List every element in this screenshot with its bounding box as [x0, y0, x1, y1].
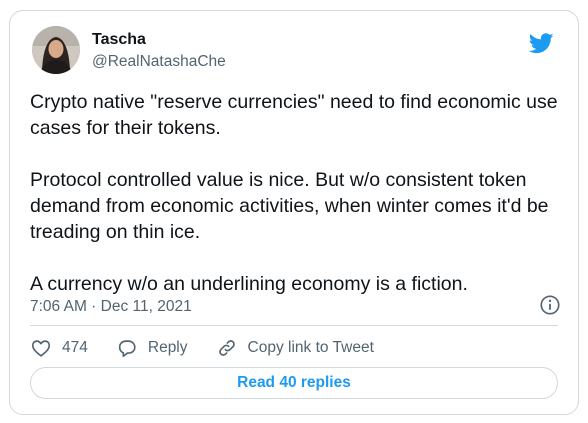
action-bar: 474 Reply Copy link to Tweet	[30, 337, 402, 359]
heart-icon	[31, 340, 51, 357]
copy-link-label: Copy link to Tweet	[247, 339, 374, 356]
tweet-paragraph: A currency w/o an underlining economy is…	[30, 273, 468, 295]
tweet-paragraph: Protocol controlled value is nice. But w…	[30, 169, 549, 243]
tweet-card: Tascha @RealNatashaChe Crypto native "re…	[9, 10, 579, 415]
twitter-bird-icon[interactable]	[529, 33, 554, 54]
reply-bubble-icon	[118, 340, 136, 358]
like-button[interactable]: 474	[30, 337, 88, 359]
avatar[interactable]	[32, 26, 80, 74]
read-replies-button[interactable]: Read 40 replies	[30, 367, 558, 399]
reply-button[interactable]: Reply	[116, 337, 188, 359]
divider	[30, 325, 558, 326]
tweet-text: Crypto native "reserve currencies" need …	[30, 89, 560, 297]
copy-link-button[interactable]: Copy link to Tweet	[216, 337, 374, 359]
tweet-timestamp[interactable]: 7:06 AM · Dec 11, 2021	[30, 298, 192, 316]
avatar-photo	[32, 26, 80, 74]
author-name[interactable]: Tascha	[92, 31, 146, 49]
reply-label: Reply	[147, 339, 188, 356]
info-icon[interactable]	[539, 294, 561, 316]
link-icon	[218, 340, 235, 356]
like-count: 474	[62, 339, 88, 356]
tweet-paragraph: Crypto native "reserve currencies" need …	[30, 91, 558, 139]
author-handle[interactable]: @RealNatashaChe	[92, 53, 226, 71]
